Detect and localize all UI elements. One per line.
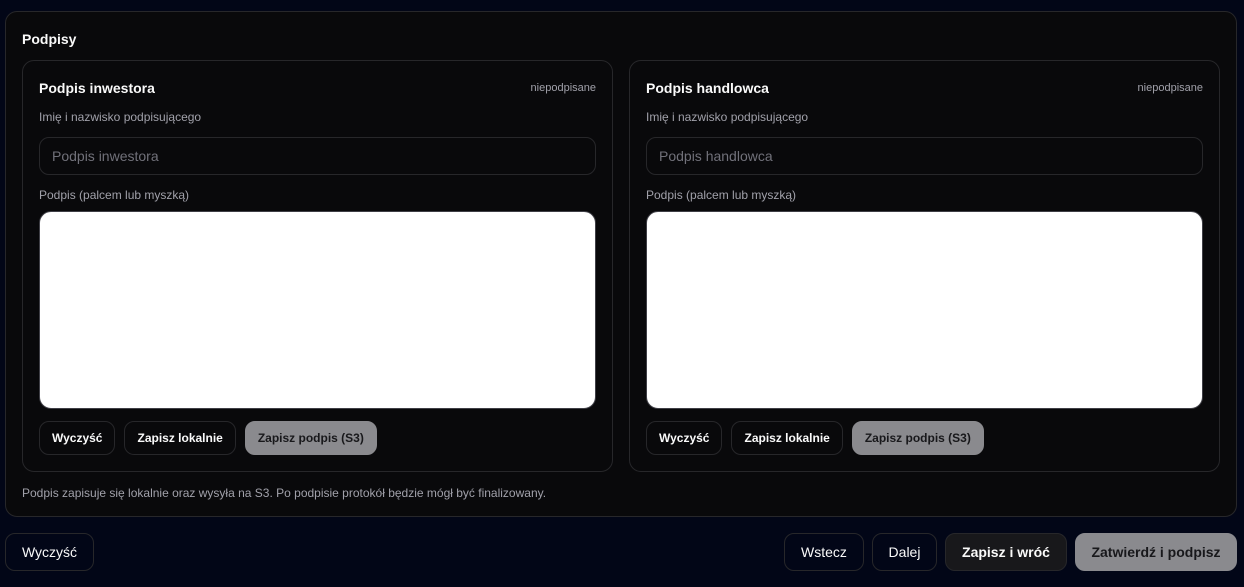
- trader-name-label: Imię i nazwisko podpisującego: [646, 110, 809, 124]
- trader-signature-card: Podpis handlowca niepodpisane Imię i naz…: [629, 60, 1220, 472]
- section-title: Podpisy: [22, 31, 77, 47]
- investor-signature-canvas[interactable]: [39, 211, 596, 409]
- investor-name-label: Imię i nazwisko podpisującego: [39, 110, 202, 124]
- section-note: Podpis zapisuje się lokalnie oraz wysyła…: [22, 486, 547, 500]
- investor-status-badge: niepodpisane: [530, 82, 596, 94]
- back-button[interactable]: Wstecz: [784, 533, 864, 571]
- signatures-section: Podpisy Podpis inwestora niepodpisane Im…: [5, 11, 1237, 517]
- investor-signature-label: Podpis (palcem lub myszką): [39, 188, 190, 202]
- investor-clear-button[interactable]: Wyczyść: [39, 421, 116, 455]
- trader-button-row: Wyczyść Zapisz lokalnie Zapisz podpis (S…: [646, 421, 984, 455]
- trader-status-badge: niepodpisane: [1137, 82, 1203, 94]
- trader-clear-button[interactable]: Wyczyść: [646, 421, 723, 455]
- save-and-return-button[interactable]: Zapisz i wróć: [945, 533, 1067, 571]
- footer-clear-button[interactable]: Wyczyść: [5, 533, 94, 571]
- trader-card-title: Podpis handlowca: [646, 80, 769, 96]
- investor-button-row: Wyczyść Zapisz lokalnie Zapisz podpis (S…: [39, 421, 377, 455]
- trader-signature-canvas[interactable]: [646, 211, 1203, 409]
- investor-signature-card: Podpis inwestora niepodpisane Imię i naz…: [22, 60, 613, 472]
- confirm-and-sign-button[interactable]: Zatwierdź i podpisz: [1075, 533, 1237, 571]
- trader-name-input[interactable]: [646, 137, 1203, 175]
- trader-signature-label: Podpis (palcem lub myszką): [646, 188, 797, 202]
- trader-save-s3-button[interactable]: Zapisz podpis (S3): [851, 421, 984, 455]
- investor-save-local-button[interactable]: Zapisz lokalnie: [124, 421, 236, 455]
- investor-name-input[interactable]: [39, 137, 596, 175]
- next-button[interactable]: Dalej: [872, 533, 937, 571]
- investor-save-s3-button[interactable]: Zapisz podpis (S3): [244, 421, 377, 455]
- investor-card-title: Podpis inwestora: [39, 80, 155, 96]
- trader-save-local-button[interactable]: Zapisz lokalnie: [731, 421, 843, 455]
